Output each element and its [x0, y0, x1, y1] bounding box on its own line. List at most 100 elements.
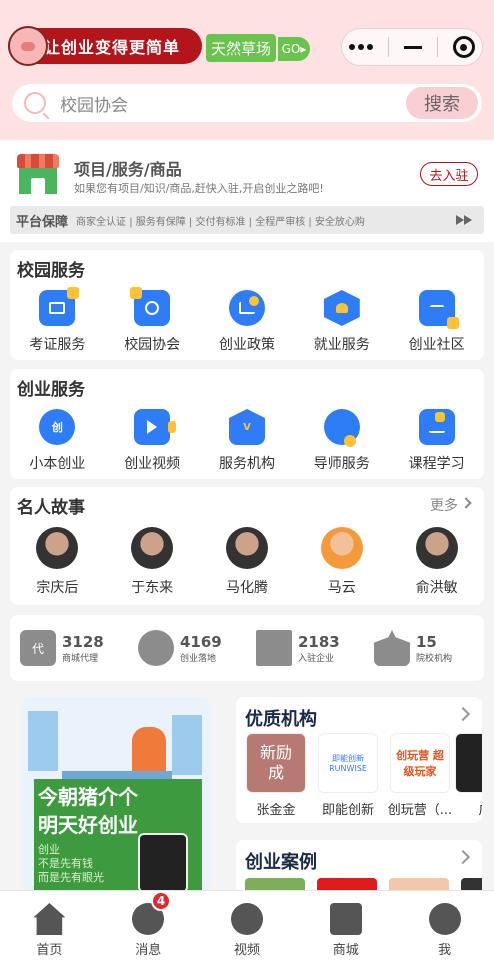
tab-messages[interactable]: 消息 — [99, 891, 198, 961]
stats-card: 代 3128 商城代理 4169 创业落地 2183 入驻企业 15 院校机构 — [10, 615, 484, 681]
chevron-right-icon[interactable] — [455, 706, 471, 722]
user-icon — [428, 903, 461, 935]
go-button[interactable]: GO▸ — [278, 37, 310, 61]
service-item-small-business[interactable]: 创小本创业 — [10, 409, 105, 473]
avatar — [320, 527, 363, 569]
org-item[interactable]: 创玩营 超级玩家 创玩营（... — [387, 733, 453, 818]
search-button[interactable]: 搜索 — [406, 87, 478, 119]
shop-icon — [329, 903, 362, 935]
platform-guarantee-bar[interactable]: 平台保障 商家全认证 | 服务有保障 | 交付有标准 | 全程严审核 | 安全放… — [10, 206, 484, 234]
promo-banner[interactable]: 今朝猪介个 明天好创业 创业 不是先有钱 而是先有眼光 — [22, 697, 210, 893]
org-name: 创玩营（... — [387, 803, 453, 818]
service-item-institution[interactable]: V 服务机构 — [200, 409, 295, 473]
person-name: 宗庆后 — [36, 580, 79, 596]
stat-number: 3128 — [62, 632, 104, 651]
grass-tag[interactable]: 天然草场 — [206, 34, 276, 62]
tab-label: 消息 — [135, 943, 162, 958]
org-name: 张金金 — [256, 803, 296, 818]
story-person[interactable]: 马云 — [294, 527, 389, 597]
quality-orgs-card: 优质机构 新励成张金金 即能创新 RUNWISE 即能创新 创玩营 超级玩家 创玩营… — [236, 697, 482, 823]
person-illustration — [132, 727, 166, 775]
search-bar[interactable]: 校园协会 搜索 — [12, 84, 482, 122]
fast-forward-icon — [456, 215, 472, 225]
avatar — [415, 527, 458, 569]
section-title: 创业案例 — [245, 852, 317, 873]
tab-mall[interactable]: 商城 — [296, 891, 395, 961]
story-person[interactable]: 马化腾 — [200, 527, 295, 597]
course-chart-icon — [418, 409, 455, 445]
story-person[interactable]: 宗庆后 — [10, 527, 105, 597]
play-icon — [230, 903, 263, 935]
org-item[interactable]: 新励成 张金金 — [245, 733, 307, 818]
institution-icon: V — [228, 409, 265, 445]
minimize-icon[interactable] — [403, 45, 422, 49]
chevron-right-icon[interactable] — [460, 497, 472, 509]
promo-small-text: 创业 不是先有钱 而是先有眼光 — [38, 843, 104, 884]
service-item-course[interactable]: 课程学习 — [389, 409, 484, 473]
story-person[interactable]: 俞洪敏 — [389, 527, 484, 597]
service-item-video[interactable]: 创业视频 — [105, 409, 200, 473]
service-label: 创业社区 — [408, 337, 465, 353]
merchant-entry-card: 项目/服务/商品 如果您有项目/知识/商品,赶快入驻,开启创业之路吧! 去入驻 … — [0, 140, 494, 242]
service-item-community[interactable]: 创业社区 — [389, 290, 484, 354]
stat-label: 院校机构 — [416, 653, 453, 664]
close-target-icon[interactable] — [452, 36, 475, 58]
search-input[interactable]: 校园协会 — [60, 91, 406, 116]
celebrity-stories-card: 名人故事 更多 宗庆后 于东来 马化腾 马云 俞洪敏 — [10, 487, 484, 605]
miniprogram-capsule — [341, 28, 483, 66]
service-item-mentor[interactable]: 导师服务 — [294, 409, 389, 473]
tab-home[interactable]: 首页 — [0, 891, 99, 961]
service-item-exam[interactable]: 考证服务 — [10, 287, 105, 354]
person-name: 俞洪敏 — [415, 580, 458, 596]
promo-headline-1: 今朝猪介个 — [38, 785, 138, 809]
search-icon — [24, 92, 46, 114]
org-item[interactable]: 即能创新 RUNWISE 即能创新 — [317, 733, 379, 818]
window-illustration — [172, 715, 202, 775]
service-label: 小本创业 — [29, 456, 86, 472]
more-link[interactable]: 更多 — [430, 495, 458, 515]
person-name: 马云 — [327, 580, 356, 596]
guarantee-title: 平台保障 — [16, 214, 69, 230]
star-badge-icon — [130, 287, 171, 326]
tab-label: 首页 — [36, 943, 63, 958]
more-dots-icon[interactable] — [349, 44, 374, 50]
calendar-icon — [39, 287, 80, 326]
startup-services-card: 创业服务 创小本创业 创业视频 V 服务机构 导师服务 课程学习 — [10, 369, 484, 479]
shop-icon — [17, 154, 59, 194]
tab-me[interactable]: 我 — [395, 891, 494, 961]
stat-label: 商城代理 — [62, 653, 99, 664]
org-item[interactable]: 广 — [454, 733, 482, 818]
stat-item: 2183 入驻企业 — [246, 630, 364, 666]
service-label: 课程学习 — [408, 456, 465, 472]
org-logo — [455, 733, 482, 793]
video-play-icon — [134, 409, 177, 445]
org-name: 即能创新 — [321, 803, 374, 818]
stat-item: 代 3128 商城代理 — [10, 630, 128, 666]
pig-mascot-icon — [8, 26, 48, 66]
enter-shop-button[interactable]: 去入驻 — [420, 162, 478, 186]
trend-chart-icon — [228, 290, 265, 326]
building-icon — [256, 630, 292, 666]
stat-label: 入驻企业 — [298, 653, 335, 664]
tab-label: 视频 — [233, 943, 260, 958]
slogan-text: 让创业变得更简单 — [44, 38, 181, 57]
bottom-tab-bar: 首页 消息 视频 商城 我 4 — [0, 890, 494, 961]
service-label: 服务机构 — [218, 456, 275, 472]
service-label: 就业服务 — [313, 337, 370, 353]
chevron-right-icon[interactable] — [455, 849, 471, 865]
merchant-title: 项目/服务/商品 — [74, 160, 182, 179]
section-title: 优质机构 — [245, 709, 317, 730]
unread-badge: 4 — [151, 891, 171, 911]
service-item-employment[interactable]: 就业服务 — [294, 290, 389, 354]
org-logo: 新励成 — [246, 733, 306, 793]
guarantee-items: 商家全认证 | 服务有保障 | 交付有标准 | 全程严审核 | 安全放心购 — [76, 216, 365, 228]
service-item-policy[interactable]: 创业政策 — [200, 290, 295, 354]
org-logo: 即能创新 RUNWISE — [318, 733, 378, 793]
service-item-association[interactable]: 校园协会 — [105, 287, 200, 354]
story-person[interactable]: 于东来 — [105, 527, 200, 597]
avatar — [225, 527, 268, 569]
tab-video[interactable]: 视频 — [198, 891, 297, 961]
stat-number: 15 — [416, 632, 437, 651]
service-label: 创业视频 — [124, 456, 181, 472]
hand-heart-icon — [323, 290, 360, 326]
